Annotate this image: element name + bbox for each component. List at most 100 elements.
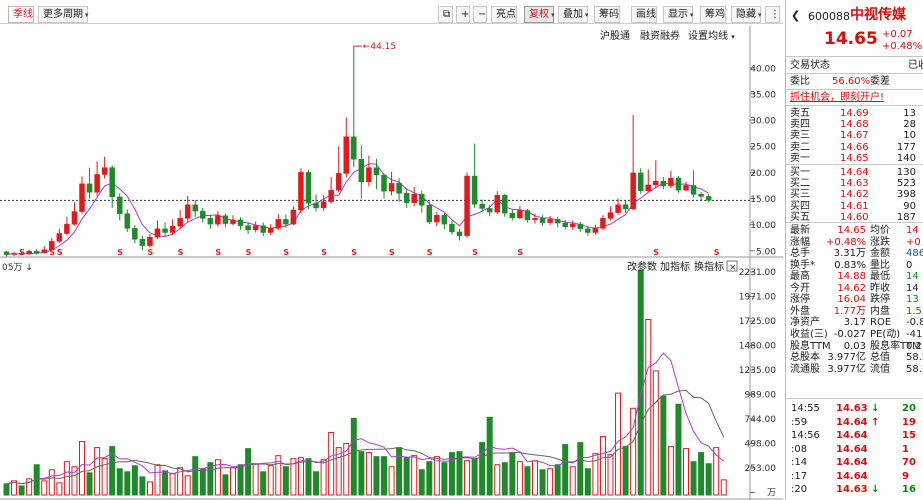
candle-down <box>200 210 206 219</box>
tick-price: 14.64 <box>836 430 868 441</box>
volume-bar-down <box>418 469 425 496</box>
candle-down <box>419 194 425 206</box>
vol-tick-label: 744.00 <box>745 415 777 425</box>
price-tick-label: 10.00 <box>750 221 776 231</box>
candle-up <box>434 214 440 223</box>
volume-bar-down <box>622 446 629 496</box>
tick-volume: 19 <box>902 416 916 428</box>
stat-value: +0.48% <box>826 236 867 248</box>
stat-label: 流通股 <box>790 363 820 375</box>
toolbar-button[interactable]: 季线 <box>8 6 34 23</box>
vol-tick-label: 989.00 <box>745 391 777 401</box>
candle-up <box>169 225 176 233</box>
ask-volume: 28 <box>903 119 916 131</box>
copy-button[interactable]: ⧉ <box>438 6 453 23</box>
toolbar-button[interactable]: 隐藏 ▾ <box>731 6 762 23</box>
volume-bar-up <box>320 459 327 496</box>
candle-up <box>630 172 636 210</box>
volume-params-button[interactable]: 改参数 <box>627 260 657 273</box>
zoom-out-button[interactable]: − <box>473 6 487 23</box>
volume-unit-label: 05万 ↓ <box>2 263 33 273</box>
toolbar-button[interactable]: 画线 <box>631 6 657 23</box>
ask-level-label: 卖三 <box>790 130 810 142</box>
candle-down <box>283 219 289 225</box>
stat-value: -0.027 <box>833 328 866 340</box>
volume-bar-up <box>63 461 70 496</box>
volume-bar-down <box>124 471 131 496</box>
event-marker: S <box>57 248 63 257</box>
stat-value: 3.977亿 <box>827 363 866 375</box>
volume-swap-button[interactable]: 换指标 <box>694 260 724 273</box>
orderbook-divider <box>786 164 923 165</box>
volume-bar-down <box>509 452 516 496</box>
candle-down <box>403 193 410 203</box>
toolbar-button[interactable]: 叠加 ▾ <box>558 6 589 23</box>
candle-down <box>260 225 266 233</box>
volume-bar-up <box>599 436 606 496</box>
candle-down <box>637 172 644 191</box>
volume-bar-down <box>245 448 252 496</box>
kline-chart[interactable]: 5.00 10.00 15.00 20.00 25.00 30.00 35.00 40.00 ←… <box>0 26 783 500</box>
stat-label: 总手 <box>790 248 810 260</box>
vol-tick-label: 1480.00 <box>739 342 776 352</box>
zoom-in-button[interactable]: + <box>456 6 470 23</box>
candle-up <box>298 172 304 211</box>
volume-bar-down <box>698 452 705 496</box>
back-arrow-icon[interactable]: ❮ <box>791 9 800 22</box>
candle-up <box>464 175 470 236</box>
volume-bar-down <box>554 464 561 496</box>
stat-value: 3.977亿 <box>827 352 866 364</box>
open-account-link[interactable]: 抓住机会，即刻开户! <box>790 92 884 103</box>
candle-up <box>252 225 259 231</box>
toolbar-button-label: 亮点 <box>496 9 516 20</box>
bid-volume: 398 <box>896 189 916 201</box>
candle-up <box>328 189 334 202</box>
volume-bar-down <box>139 476 146 496</box>
price-tick-label: 40.00 <box>750 64 776 74</box>
stock-code: 600088 <box>808 10 850 23</box>
volume-bar-up <box>365 452 372 496</box>
stat-value: 0.83% <box>834 259 866 271</box>
volume-bar-down <box>471 458 478 496</box>
arrow-down-icon: ↓ <box>871 484 880 495</box>
toolbar-button[interactable]: 更多周期 ▾ <box>38 6 89 23</box>
candle-down <box>622 204 629 210</box>
toolbar-button-label: 叠加 <box>563 9 583 20</box>
candle-up <box>71 211 78 225</box>
event-marker: S <box>653 248 659 257</box>
volume-bar-down <box>222 474 229 496</box>
vol-tick-label: 1235.00 <box>739 366 776 376</box>
volume-bar-down <box>373 456 380 496</box>
tick-volume: 1 <box>902 443 909 455</box>
more-button[interactable]: ⋮ <box>765 6 780 23</box>
volume-bar-up <box>184 475 191 496</box>
candle-down <box>577 223 584 230</box>
candle-down <box>237 219 244 226</box>
volume-bar-up <box>169 473 176 496</box>
candle-down <box>139 239 146 246</box>
toolbar-button[interactable]: 筹码 <box>594 6 620 23</box>
ask-volume: 10 <box>903 130 916 142</box>
toolbar-button[interactable]: 亮点 <box>491 6 517 23</box>
toolbar-button-label: 画线 <box>636 9 656 20</box>
toolbar-button[interactable]: 筹鸡 <box>700 6 726 23</box>
volume-bar-down <box>660 395 667 496</box>
vol-tick-label: 1971.00 <box>739 293 776 303</box>
stat-label: 最高 <box>790 271 810 283</box>
stat-value: 16.04 <box>837 294 866 306</box>
stat-label: 涨停 <box>790 294 810 306</box>
divider <box>786 105 923 106</box>
toolbar-button[interactable]: 显示 ▾ <box>663 6 694 23</box>
stat-value: -0.8 <box>906 317 923 329</box>
candle-down <box>305 172 312 204</box>
candle-up <box>615 204 621 213</box>
volume-bar-up <box>607 454 614 496</box>
volume-bar-up <box>79 441 85 496</box>
event-marker: S <box>321 248 327 257</box>
price-tick-label: 25.00 <box>750 143 776 153</box>
stat-value: 486 <box>906 248 923 260</box>
quote-panel: ❮600088中视传媒14.65+0.07+0.48%交易状态已收委比56.60… <box>785 0 923 500</box>
toolbar-button[interactable]: 复权 ▾ <box>524 6 555 23</box>
volume-add-button[interactable]: 加指标 <box>660 260 690 273</box>
chart-toolbar: 季线 更多周期 ▾ ⧉ + − 亮点 复权 ▾ 叠加 ▾ 筹码 画线 显示 ▾ 筹鸡 隐藏 ▾ ⋮ <box>0 5 783 24</box>
